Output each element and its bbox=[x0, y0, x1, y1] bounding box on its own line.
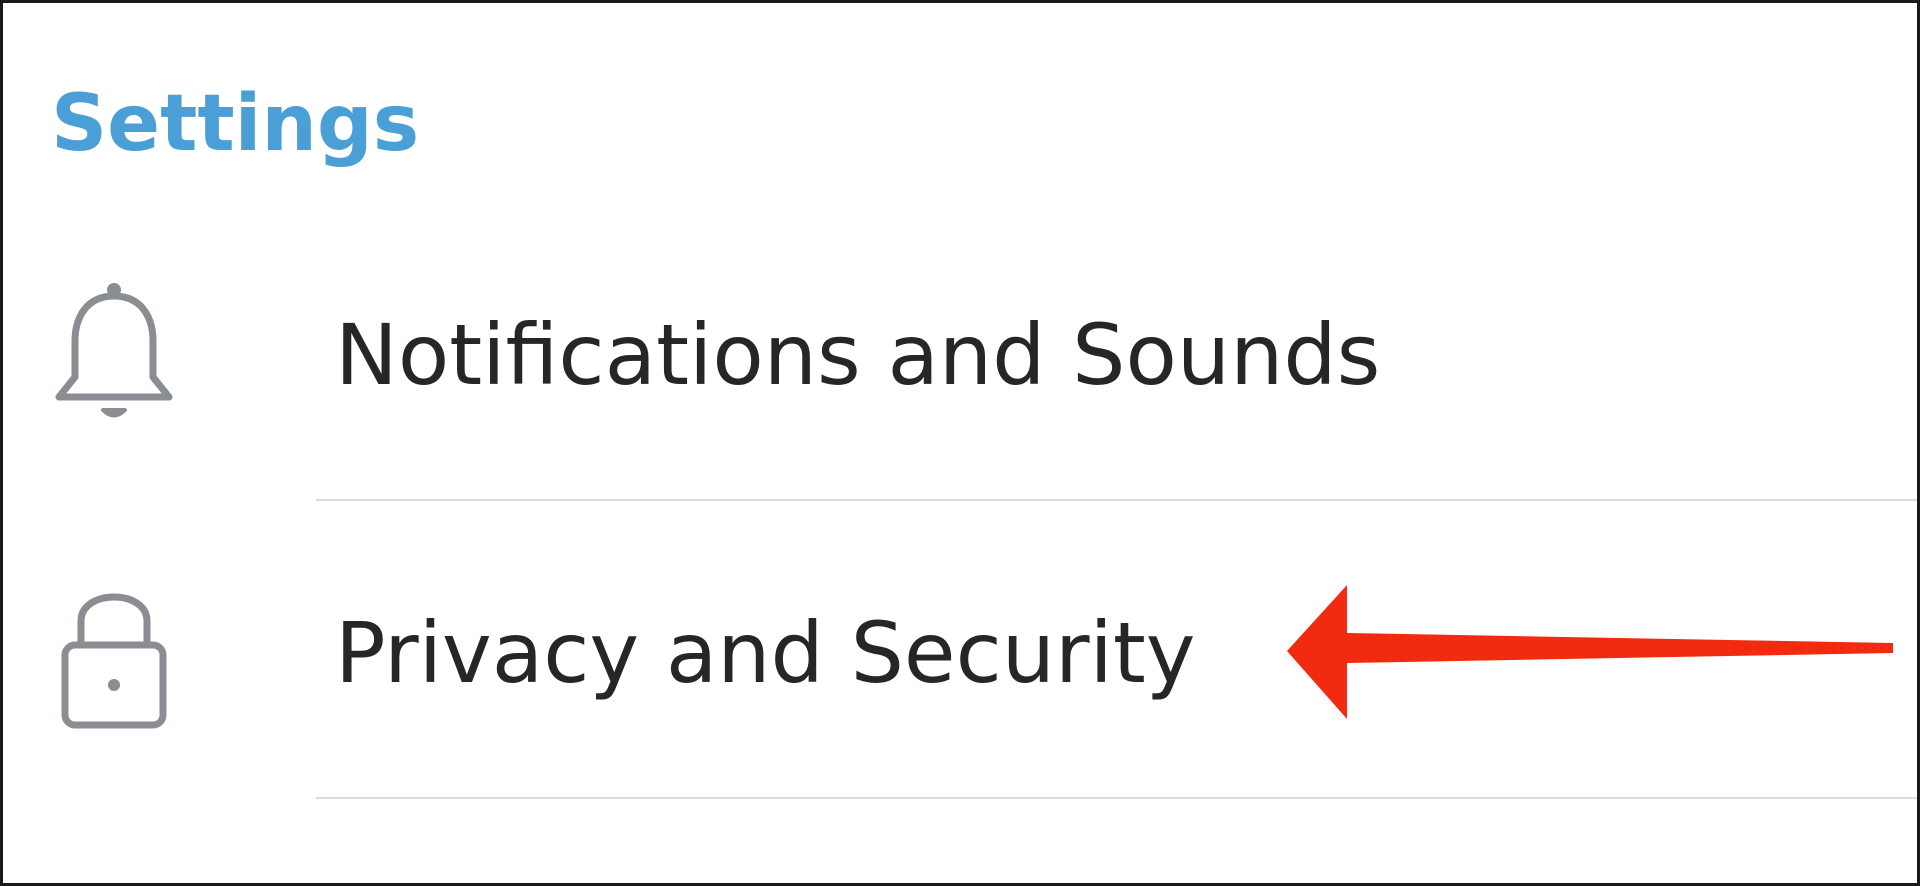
privacy-and-security-label: Privacy and Security bbox=[335, 604, 1196, 702]
divider bbox=[316, 499, 1917, 501]
divider bbox=[316, 797, 1917, 799]
notifications-and-sounds-label: Notifications and Sounds bbox=[335, 306, 1381, 404]
settings-screen: Settings Notifications and Sounds Privac… bbox=[0, 0, 1920, 886]
bell-icon bbox=[51, 281, 177, 431]
lock-icon bbox=[51, 579, 177, 729]
red-arrow-annotation bbox=[1287, 585, 1893, 719]
settings-title: Settings bbox=[51, 79, 420, 169]
notifications-and-sounds-item[interactable]: Notifications and Sounds bbox=[3, 203, 1917, 501]
